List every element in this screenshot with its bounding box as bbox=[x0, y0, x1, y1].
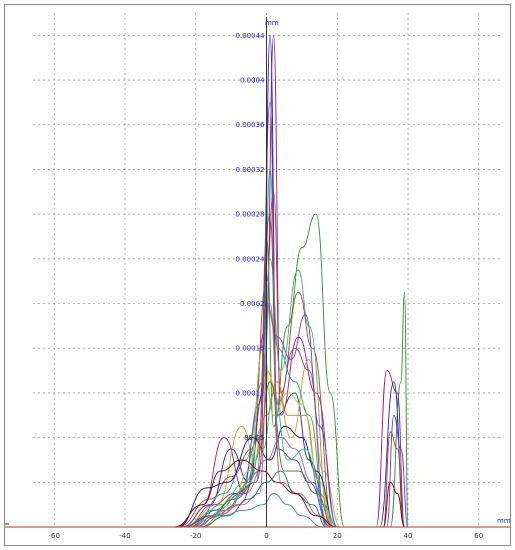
series-layer bbox=[174, 34, 409, 528]
chart-frame: -60 -40 -20 0 20 40 60 8E-05 0.00012 0.00016 0.000… bbox=[4, 4, 511, 546]
y-tick-label: 0.00016 bbox=[236, 345, 265, 353]
y-unit-label: mm bbox=[265, 19, 279, 27]
x-tick-label: 0 bbox=[264, 532, 268, 540]
y-tick-label: 0.00044 bbox=[236, 32, 265, 40]
y-tick-label: 0.00024 bbox=[236, 255, 265, 263]
x-tick-label: -60 bbox=[49, 532, 60, 540]
x-tick-label: -40 bbox=[119, 532, 130, 540]
x-tick-label: -20 bbox=[190, 532, 201, 540]
x-tick-label: 20 bbox=[333, 532, 342, 540]
y-tick-label: 0.00028 bbox=[236, 211, 265, 219]
series-line-1 bbox=[181, 34, 405, 528]
y-tick-label: 0.0004 bbox=[240, 77, 265, 85]
y-tick-label: 0.00032 bbox=[236, 166, 265, 174]
x-tick-label: 40 bbox=[404, 532, 413, 540]
y-tick-label: 8E-05 bbox=[244, 434, 264, 442]
x-tick-label: 60 bbox=[474, 532, 483, 540]
series-line-2 bbox=[188, 213, 409, 528]
profile-chart: -60 -40 -20 0 20 40 60 8E-05 0.00012 0.00016 0.000… bbox=[5, 13, 511, 540]
series-line-3 bbox=[174, 34, 405, 528]
series-line-18 bbox=[199, 470, 327, 528]
y-tick-label: 0.00036 bbox=[236, 121, 265, 129]
y-tick-label: 0.00012 bbox=[236, 389, 265, 397]
y-tick-label: 0.0002 bbox=[240, 300, 265, 308]
x-unit-label: mm bbox=[497, 517, 510, 525]
